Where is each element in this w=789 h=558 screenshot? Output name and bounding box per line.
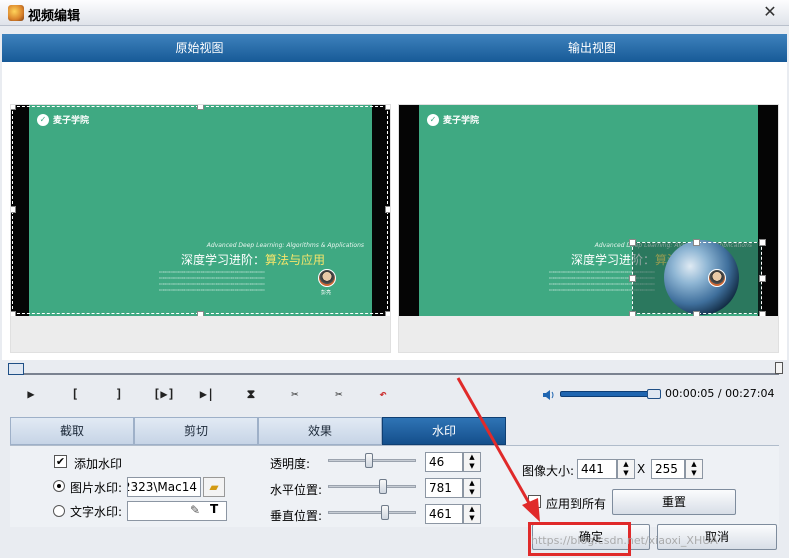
image-path-field[interactable]: t\2323\Mac14	[127, 477, 201, 497]
timeline-playhead[interactable]	[8, 363, 24, 375]
time-separator: /	[714, 387, 726, 400]
close-button[interactable]: ✕	[761, 3, 779, 21]
crop-handle[interactable]	[385, 105, 390, 110]
watermark-handle[interactable]	[759, 275, 766, 282]
logo-text: 麦子学院	[443, 116, 480, 126]
original-slide: ✓ 麦子学院 Advanced Deep Learning: Algorithm…	[11, 105, 390, 316]
tab-capture[interactable]: 截取	[10, 417, 134, 445]
watermark-handle[interactable]	[759, 239, 766, 246]
opacity-input[interactable]: 46	[425, 452, 463, 472]
left-letterbox	[399, 105, 419, 316]
crop-handle[interactable]	[197, 311, 204, 316]
image-height-spin[interactable]: ▲ ▼	[685, 459, 703, 479]
text-watermark-label: 文字水印:	[70, 505, 123, 519]
split-button[interactable]: ⧗	[240, 384, 262, 404]
cut-end-button[interactable]: ✂	[328, 384, 350, 404]
watermark-handle[interactable]	[629, 239, 636, 246]
text-watermark-radio[interactable]	[53, 505, 65, 517]
vpos-slider[interactable]	[328, 505, 416, 520]
opacity-slider[interactable]	[328, 453, 416, 468]
volume-slider[interactable]	[560, 389, 661, 399]
opacity-spin[interactable]: ▲ ▼	[463, 452, 481, 472]
volume-knob[interactable]	[647, 389, 661, 399]
logo-mark-icon: ✓	[427, 113, 439, 126]
size-separator: X	[637, 462, 646, 476]
watermark-handle[interactable]	[693, 311, 700, 316]
blog-watermark-text: https://blog.csdn.net/xiaoxi_XHUA	[531, 534, 718, 547]
cut-start-button[interactable]: ✂	[284, 384, 306, 404]
tab-cut[interactable]: 剪切	[134, 417, 258, 445]
output-view-header: 输出视图	[397, 34, 787, 62]
output-preview: ✓ 麦子学院 Advanced Deep Learning: Algorithm…	[398, 104, 779, 353]
reset-button[interactable]: 重置	[612, 489, 736, 515]
slide-logo: ✓ 麦子学院	[427, 113, 479, 126]
hpos-knob[interactable]	[379, 479, 387, 494]
crop-handle[interactable]	[11, 206, 16, 213]
watermark-handle[interactable]	[629, 275, 636, 282]
image-watermark-radio[interactable]	[53, 480, 65, 492]
output-slide: ✓ 麦子学院 Advanced Deep Learning: Algorithm…	[399, 105, 778, 316]
vpos-input[interactable]: 461	[425, 504, 463, 524]
hpos-label: 水平位置:	[270, 483, 323, 497]
timeline-end-marker[interactable]	[775, 362, 783, 374]
vpos-label: 垂直位置:	[270, 509, 323, 523]
add-watermark-checkbox[interactable]: ✔	[54, 455, 67, 468]
vpos-spin[interactable]: ▲ ▼	[463, 504, 481, 524]
tab-effects[interactable]: 效果	[258, 417, 382, 445]
watermark-frame[interactable]	[632, 242, 762, 314]
crop-handle[interactable]	[11, 311, 16, 316]
original-view-header: 原始视图	[2, 34, 397, 62]
tab-watermark[interactable]: 水印	[382, 417, 506, 445]
tab-strip: 截取 剪切 效果 水印	[10, 417, 506, 445]
original-preview[interactable]: ✓ 麦子学院 Advanced Deep Learning: Algorithm…	[10, 104, 391, 353]
window-title: 视频编辑	[28, 9, 81, 24]
total-time: 00:27:04	[725, 387, 775, 400]
apply-to-all-label: 应用到所有	[546, 497, 607, 511]
crop-handle[interactable]	[197, 105, 204, 110]
play-segment-button[interactable]: [▶]	[150, 384, 178, 404]
image-size-label: 图像大小:	[522, 464, 575, 478]
crop-handle[interactable]	[11, 105, 16, 110]
image-width-spin[interactable]: ▲ ▼	[617, 459, 635, 479]
pen-icon[interactable]: ✎	[190, 503, 200, 517]
watermark-handle[interactable]	[759, 311, 766, 316]
image-height-input[interactable]: 255	[651, 459, 685, 479]
mark-out-button[interactable]: ]	[108, 384, 130, 404]
vpos-knob[interactable]	[381, 505, 389, 520]
hpos-input[interactable]: 781	[425, 478, 463, 498]
app-icon	[8, 5, 24, 21]
original-view-label: 原始视图	[175, 41, 224, 55]
title-bar: 视频编辑 ✕	[0, 0, 789, 26]
browse-folder-icon[interactable]: ▰	[203, 477, 225, 497]
opacity-knob[interactable]	[365, 453, 373, 468]
undo-button[interactable]: ↶	[372, 384, 394, 404]
watermark-handle[interactable]	[693, 239, 700, 246]
crop-handle[interactable]	[385, 311, 390, 316]
volume-icon[interactable]	[542, 389, 556, 401]
add-watermark-label: 添加水印	[74, 457, 123, 471]
mark-in-button[interactable]: [	[64, 384, 86, 404]
step-forward-button[interactable]: ▶|	[196, 384, 218, 404]
play-button[interactable]: ▶	[20, 384, 42, 404]
opacity-label: 透明度:	[270, 457, 311, 471]
font-icon[interactable]: T	[210, 502, 218, 516]
hpos-slider[interactable]	[328, 479, 416, 494]
current-time: 00:00:05	[665, 387, 715, 400]
watermark-handle[interactable]	[629, 311, 636, 316]
apply-to-all-checkbox[interactable]	[528, 495, 541, 508]
time-readout: 00:00:05 / 00:27:04	[665, 387, 775, 400]
crop-frame[interactable]	[12, 106, 388, 314]
image-width-input[interactable]: 441	[577, 459, 617, 479]
timeline-track[interactable]	[8, 362, 783, 375]
crop-handle[interactable]	[385, 206, 390, 213]
output-view-label: 输出视图	[567, 41, 616, 55]
hpos-spin[interactable]: ▲ ▼	[463, 478, 481, 498]
image-watermark-label: 图片水印:	[70, 481, 123, 495]
